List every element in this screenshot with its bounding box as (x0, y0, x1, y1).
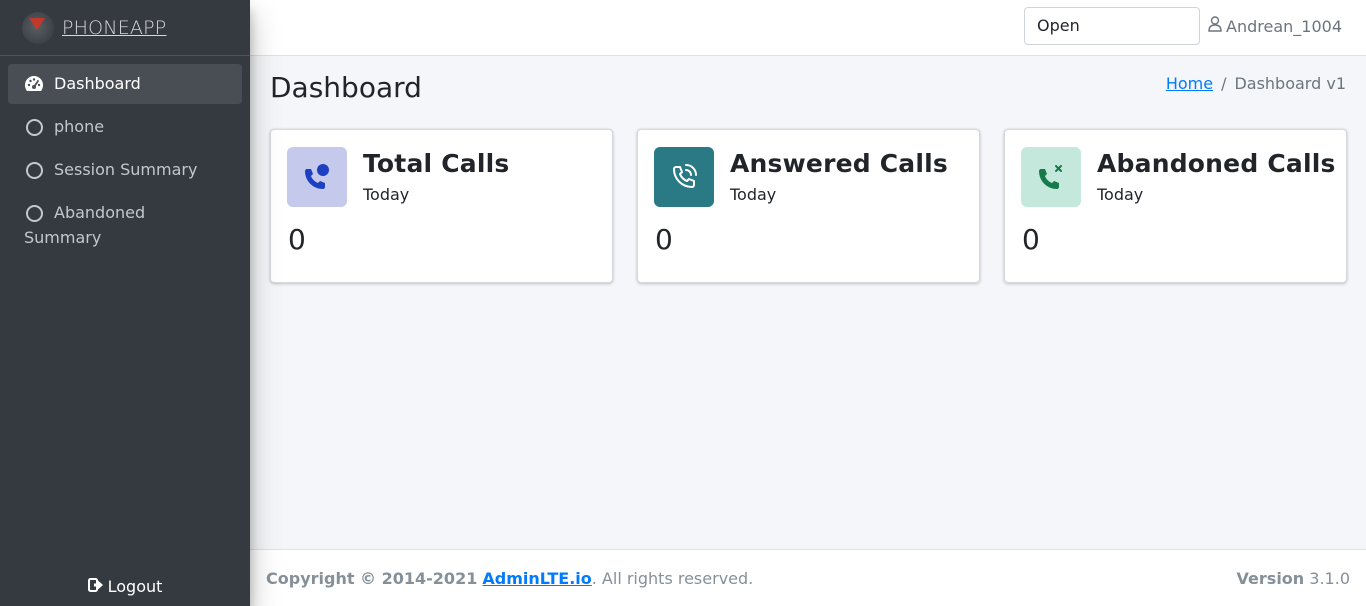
breadcrumb-current: Dashboard v1 (1234, 74, 1346, 93)
user-icon (1208, 16, 1222, 36)
phone-volume-icon (654, 147, 714, 207)
card-subtitle: Today (363, 185, 410, 204)
sidebar-item-label: Dashboard (54, 74, 141, 93)
sidebar-item-abandoned-summary[interactable]: Abandoned Summary (8, 193, 242, 258)
username: Andrean_1004 (1226, 16, 1342, 36)
card-title: Abandoned Calls (1097, 149, 1336, 178)
stat-cards: Total Calls Today 0 Answered Calls Today… (270, 129, 1347, 283)
footer: Copyright © 2014-2021 AdminLTE.io. All r… (250, 549, 1366, 606)
brand-name[interactable]: PHONEAPP (62, 17, 166, 39)
sidebar-nav: Dashboard phone Session Summary Abandone… (0, 56, 250, 258)
breadcrumb-separator: / (1221, 74, 1227, 93)
status-select-value: Open (1037, 16, 1080, 35)
brand[interactable]: PHONEAPP (0, 0, 250, 56)
user-menu[interactable]: Andrean_1004 (1208, 16, 1342, 36)
sidebar-item-label: Session Summary (54, 160, 198, 179)
card-subtitle: Today (730, 185, 777, 204)
phone-slash-icon (1021, 147, 1081, 207)
adminlte-link[interactable]: AdminLTE.io (482, 569, 591, 588)
user-phone-icon (287, 147, 347, 207)
logout-button[interactable]: Logout (0, 577, 250, 596)
card-title: Total Calls (363, 149, 510, 178)
card-title: Answered Calls (730, 149, 948, 178)
footer-version: Version 3.1.0 (1237, 569, 1350, 588)
circle-icon (24, 158, 44, 182)
version-number: 3.1.0 (1309, 568, 1350, 588)
card-subtitle: Today (1097, 185, 1144, 204)
sidebar: PHONEAPP Dashboard phone Session Summary… (0, 0, 250, 606)
page-title: Dashboard (270, 71, 422, 104)
sign-out-icon (87, 577, 104, 596)
circle-icon (24, 202, 44, 226)
sidebar-item-phone[interactable]: phone (8, 107, 242, 147)
main-content: Dashboard Home / Dashboard v1 Total Calls … (250, 56, 1366, 549)
copyright-suffix: . All rights reserved. (591, 568, 754, 588)
total-calls-card: Total Calls Today 0 (270, 129, 613, 283)
card-value: 0 (288, 223, 306, 256)
status-select[interactable]: Open (1024, 7, 1200, 45)
sidebar-item-dashboard[interactable]: Dashboard (8, 64, 242, 104)
brand-logo (22, 11, 54, 44)
tachometer-icon (24, 72, 44, 96)
circle-icon (24, 115, 44, 139)
logout-label: Logout (107, 577, 163, 596)
footer-copyright: Copyright © 2014-2021 AdminLTE.io. All r… (266, 569, 753, 588)
sidebar-item-session-summary[interactable]: Session Summary (8, 150, 242, 190)
breadcrumb: Home / Dashboard v1 (1166, 74, 1346, 93)
top-navbar: Open Andrean_1004 (250, 0, 1366, 56)
sidebar-item-label: phone (54, 117, 105, 136)
breadcrumb-home-link[interactable]: Home (1166, 74, 1213, 93)
card-value: 0 (1022, 223, 1040, 256)
card-value: 0 (655, 223, 673, 256)
version-label: Version (1236, 568, 1305, 588)
answered-calls-card: Answered Calls Today 0 (637, 129, 980, 283)
copyright-text: Copyright © 2014-2021 (266, 568, 478, 588)
abandoned-calls-card: Abandoned Calls Today 0 (1004, 129, 1347, 283)
